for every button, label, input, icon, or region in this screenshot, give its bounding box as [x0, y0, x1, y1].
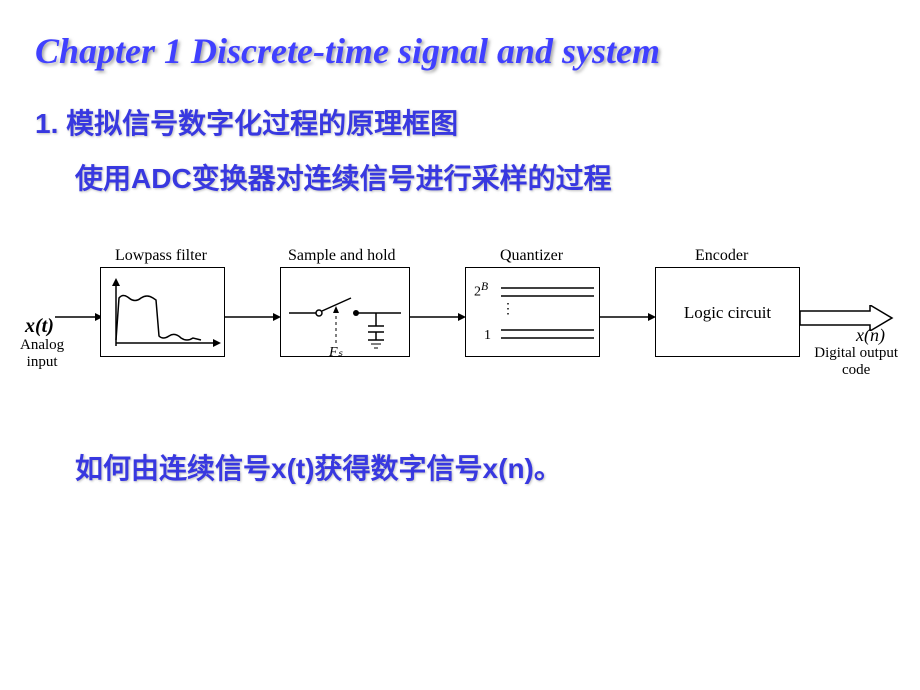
svg-text:⋮: ⋮ [501, 302, 515, 317]
encoder-label: Encoder [695, 247, 748, 265]
fs-label: Fₛ [329, 344, 343, 361]
input-arrow [55, 307, 100, 327]
lowpass-box [100, 267, 225, 357]
arrow-2-3 [410, 307, 465, 327]
quantizer-box: ⋮ 2B 1 [465, 267, 600, 357]
input-signal-label: x(t) [25, 315, 54, 338]
heading-1: 1. 模拟信号数字化过程的原理框图 [0, 82, 920, 147]
sample-hold-label: Sample and hold [288, 247, 396, 265]
adc-block-diagram: x(t) Analog input Lowpass filter Sample … [20, 227, 900, 407]
page-title: Chapter 1 Discrete-time signal and syste… [0, 0, 920, 82]
conclusion-text: 如何由连续信号x(t)获得数字信号x(n)。 [0, 407, 920, 492]
lowpass-label: Lowpass filter [115, 247, 207, 265]
quantizer-label: Quantizer [500, 247, 563, 265]
arrow-1-2 [225, 307, 280, 327]
quant-bottom-label: 1 [484, 328, 491, 344]
output-signal-label: x(n) [856, 325, 885, 346]
logic-circuit-text: Logic circuit [656, 303, 799, 323]
encoder-box: Logic circuit [655, 267, 800, 357]
lowpass-waveform-icon [101, 268, 226, 358]
sample-hold-box: Fₛ [280, 267, 410, 357]
quant-top-label: 2B [474, 280, 488, 301]
analog-input-label: Analog input [20, 337, 64, 370]
digital-output-label: Digital output code [814, 345, 898, 378]
heading-2: 使用ADC变换器对连续信号进行采样的过程 [0, 147, 920, 217]
arrow-3-4 [600, 307, 655, 327]
sample-hold-circuit-icon [281, 268, 411, 358]
